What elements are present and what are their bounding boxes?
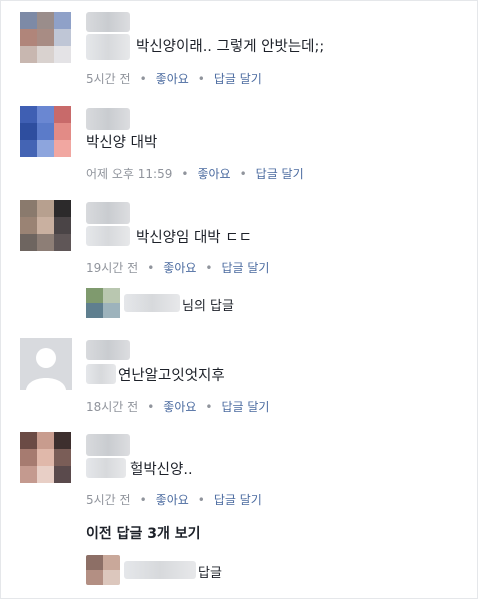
- comment-meta: 5시간 전 • 좋아요 • 답글 달기: [86, 493, 262, 507]
- reply-button[interactable]: 답글 달기: [256, 167, 304, 181]
- comment-text: 박신양임 대박 ㄷㄷ: [136, 230, 252, 246]
- text-blurred: [86, 34, 130, 60]
- author-name-blurred[interactable]: [86, 108, 130, 130]
- author-name-blurred[interactable]: [86, 434, 130, 456]
- timestamp[interactable]: 5시간 전: [86, 72, 131, 86]
- reply-summary[interactable]: 님의 답글: [86, 288, 286, 318]
- like-button[interactable]: 좋아요: [163, 400, 196, 414]
- avatar: [86, 288, 120, 318]
- avatar[interactable]: [20, 200, 72, 252]
- text-blurred: [86, 364, 116, 384]
- text-blurred: [86, 458, 126, 478]
- comment-meta: 18시간 전 • 좋아요 • 답글 달기: [86, 400, 270, 414]
- comment-meta: 5시간 전 • 좋아요 • 답글 달기: [86, 72, 262, 86]
- avatar[interactable]: [20, 106, 72, 158]
- like-button[interactable]: 좋아요: [197, 167, 230, 181]
- comment-meta: 어제 오후 11:59 • 좋아요 • 답글 달기: [86, 167, 304, 181]
- comment-text: 헐박신양..: [130, 462, 193, 478]
- author-name-blurred: [124, 294, 180, 312]
- reply-button[interactable]: 답글 달기: [214, 72, 262, 86]
- reply-button[interactable]: 답글 달기: [222, 261, 270, 275]
- timestamp[interactable]: 19시간 전: [86, 261, 138, 275]
- author-name-blurred[interactable]: [86, 340, 130, 360]
- author-name-blurred: [124, 561, 196, 579]
- like-button[interactable]: 좋아요: [156, 493, 189, 507]
- avatar[interactable]: [20, 12, 72, 64]
- avatar[interactable]: [20, 432, 72, 484]
- timestamp[interactable]: 18시간 전: [86, 400, 138, 414]
- author-name-blurred[interactable]: [86, 12, 130, 32]
- reply-button[interactable]: 답글 달기: [214, 493, 262, 507]
- comment-text: 박신양이래.. 그렇게 안밧는데;;: [136, 39, 325, 55]
- reply-summary[interactable]: 답글: [86, 555, 286, 585]
- like-button[interactable]: 좋아요: [163, 261, 196, 275]
- profile-silhouette-icon: [20, 338, 72, 390]
- reply-summary-label: 답글: [198, 566, 222, 581]
- view-previous-replies-link[interactable]: 이전 답글 3개 보기: [86, 523, 201, 543]
- avatar[interactable]: [20, 338, 72, 390]
- timestamp[interactable]: 어제 오후 11:59: [86, 167, 172, 181]
- text-blurred: [86, 226, 130, 246]
- reply-summary-label: 님의 답글: [182, 299, 234, 314]
- author-name-blurred[interactable]: [86, 202, 130, 224]
- comment-meta: 19시간 전 • 좋아요 • 답글 달기: [86, 261, 270, 275]
- like-button[interactable]: 좋아요: [156, 72, 189, 86]
- comment-text: 연난알고잇엇지후: [118, 368, 225, 384]
- comment-text: 박신양 대박: [86, 135, 158, 151]
- reply-button[interactable]: 답글 달기: [222, 400, 270, 414]
- timestamp[interactable]: 5시간 전: [86, 493, 131, 507]
- avatar: [86, 555, 120, 585]
